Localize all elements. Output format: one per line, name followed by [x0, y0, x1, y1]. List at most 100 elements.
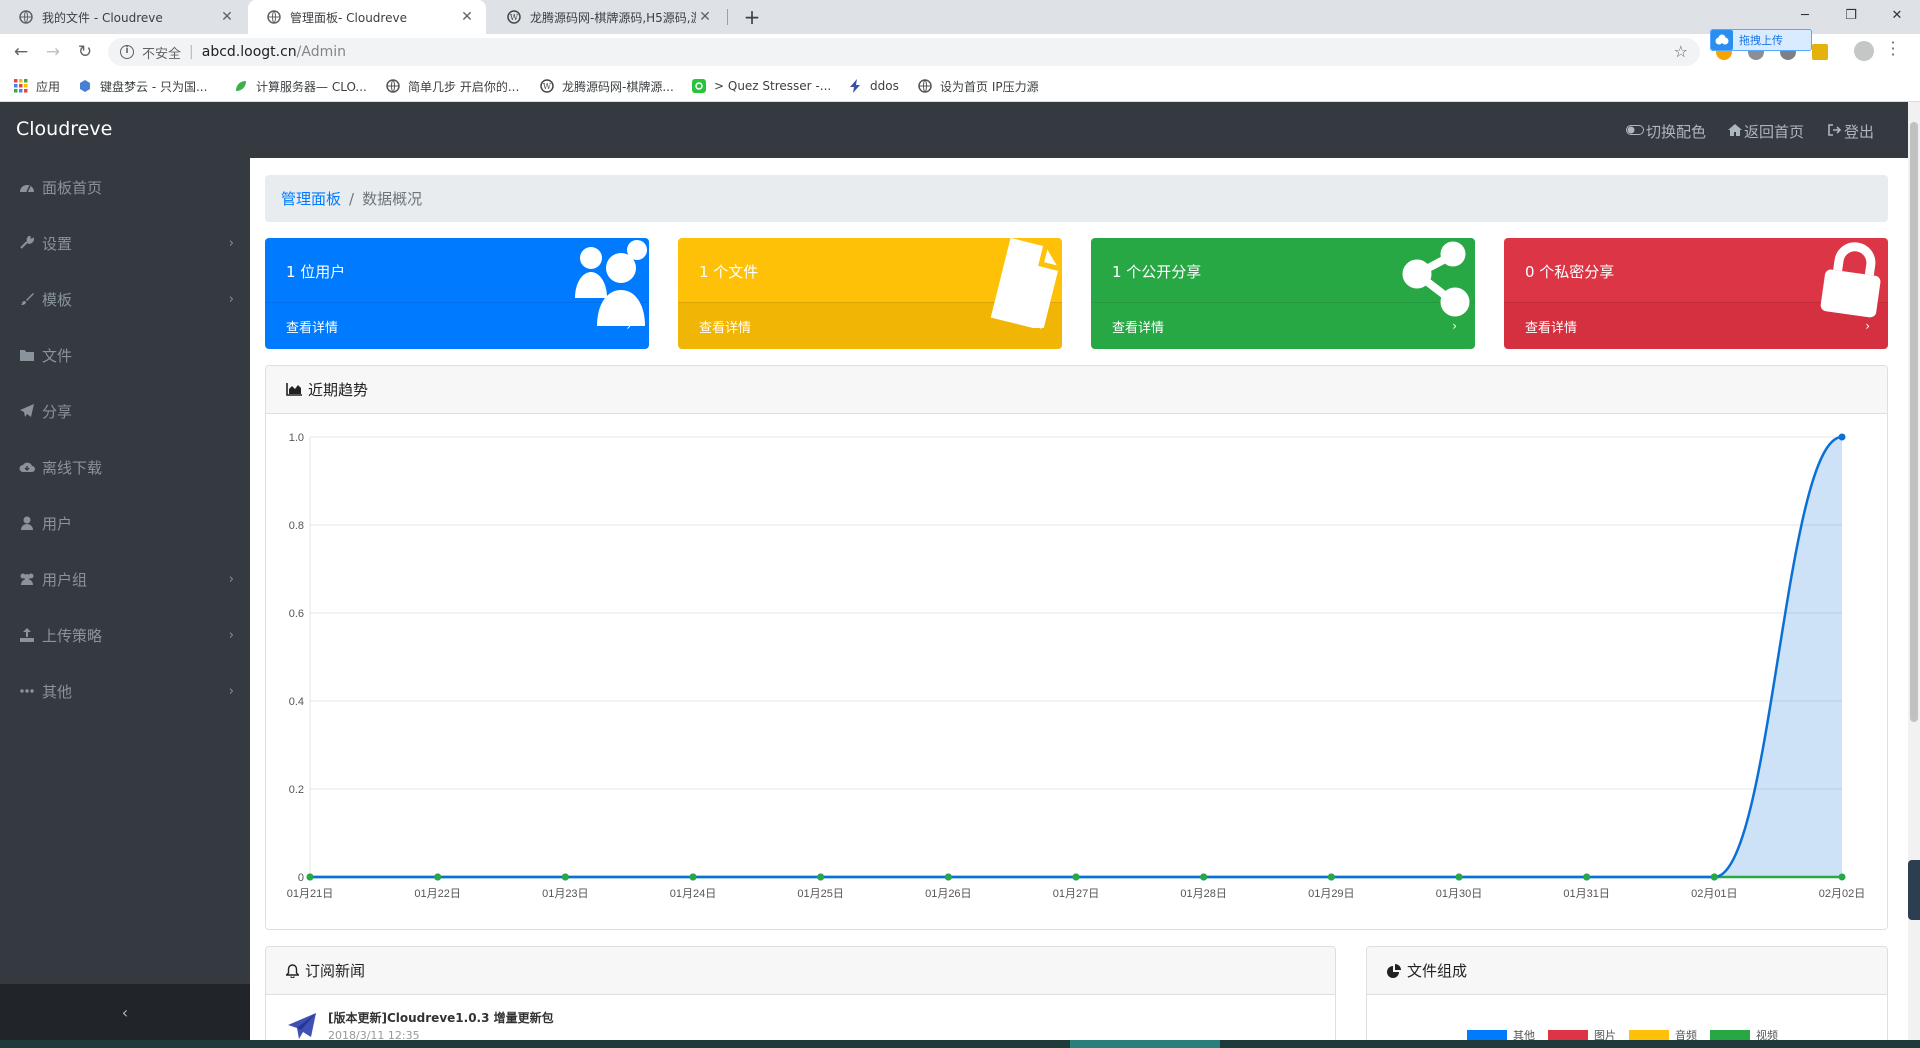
sidebar-item-label: 离线下载 — [42, 458, 103, 477]
users-icon — [18, 571, 36, 587]
legend-item-other[interactable]: 其他 — [1467, 1027, 1535, 1040]
toggle-theme-link[interactable]: 切换配色 — [1626, 121, 1706, 142]
side-panel-handle[interactable] — [1908, 860, 1920, 920]
extension-icon[interactable] — [1812, 44, 1828, 60]
x-tick-label: 01月31日 — [1563, 888, 1609, 900]
legend-label: 视频 — [1756, 1029, 1778, 1040]
series-area — [310, 437, 1842, 877]
profile-avatar-icon[interactable] — [1854, 41, 1874, 61]
wrench-icon — [18, 235, 36, 251]
logout-label: 登出 — [1844, 123, 1875, 141]
sidebar-item-other[interactable]: 其他 › — [0, 671, 250, 711]
sidebar-item-templates[interactable]: 模板 › — [0, 279, 250, 319]
security-label: 不安全 — [142, 46, 182, 62]
chevron-right-icon: › — [228, 571, 234, 587]
chart-line-layer — [310, 435, 1843, 879]
paint-brush-icon — [18, 291, 36, 307]
close-icon[interactable]: ✕ — [696, 9, 714, 25]
bookmark-item[interactable]: ddos — [848, 78, 899, 94]
sidebar-item-dashboard[interactable]: 面板首页 — [0, 167, 250, 207]
restore-icon[interactable]: ❐ — [1828, 0, 1874, 30]
drag-upload-extension[interactable]: 拖拽上传 — [1710, 29, 1812, 51]
y-tick-label: 0.4 — [289, 696, 304, 708]
taskbar-active-app[interactable] — [1070, 1040, 1220, 1048]
data-point — [944, 873, 952, 881]
data-point — [306, 873, 314, 881]
bookmark-item[interactable]: 键盘梦云 - 只为国... — [78, 78, 207, 94]
breadcrumb-link[interactable]: 管理面板 — [281, 188, 341, 209]
legend-swatch — [1467, 1029, 1507, 1040]
home-link[interactable]: 返回首页 — [1728, 121, 1804, 142]
y-tick-label: 0.8 — [289, 520, 304, 532]
tab-title: 龙腾源码网-棋牌源码,H5源码,游 — [530, 10, 696, 25]
close-icon[interactable]: ✕ — [458, 9, 476, 25]
stat-card-private-shares: 查看详情 › 0 个私密分享 — [1504, 238, 1888, 349]
close-icon[interactable]: ✕ — [218, 9, 236, 25]
x-tick-label: 01月24日 — [670, 888, 716, 900]
os-taskbar — [0, 1040, 1920, 1048]
y-tick-label: 0 — [298, 872, 304, 884]
stat-footer-label: 查看详情 — [699, 320, 752, 336]
bookmark-item[interactable]: > Quez Stresser -... — [692, 78, 831, 94]
sidebar-collapse-button[interactable]: ‹ — [0, 984, 250, 1040]
upload-icon — [18, 627, 36, 643]
bell-icon — [286, 963, 299, 978]
composition-card-title: 文件组成 — [1407, 962, 1468, 980]
globe-icon — [386, 79, 400, 93]
reload-icon[interactable]: ↻ — [74, 41, 96, 63]
breadcrumb: 管理面板 / 数据概况 — [265, 175, 1888, 222]
browser-tab[interactable]: 我的文件 - Cloudreve ✕ — [0, 0, 246, 34]
browser-menu-icon[interactable]: · · · — [1890, 35, 1896, 63]
minimize-icon[interactable]: ─ — [1782, 0, 1828, 30]
breadcrumb-current: 数据概况 — [362, 190, 423, 208]
legend-item-audio[interactable]: 音频 — [1629, 1027, 1697, 1040]
bookmark-star-icon[interactable]: ☆ — [1674, 42, 1688, 61]
sidebar-item-upload-policy[interactable]: 上传策略 › — [0, 615, 250, 655]
bookmark-item[interactable]: 设为首页 IP压力源 — [918, 78, 1039, 94]
bookmark-item[interactable]: W 龙腾源码网-棋牌源... — [540, 78, 674, 94]
main-content: 管理面板 / 数据概况 查看详情 › 1 位用户 查看详情 › 1 个文件 — [250, 158, 1908, 1040]
user-icon — [18, 515, 36, 531]
wordpress-icon: W — [540, 79, 554, 93]
bookmark-item[interactable]: 简单几步 开启你的... — [386, 78, 519, 94]
sidebar-item-offline-download[interactable]: 离线下载 — [0, 447, 250, 487]
paper-plane-icon — [18, 403, 36, 419]
sidebar-item-files[interactable]: 文件 — [0, 335, 250, 375]
bookmark-label: 应用 — [36, 79, 61, 94]
bookmark-item[interactable]: 计算服务器— CLO... — [234, 78, 367, 94]
news-title[interactable]: [版本更新]Cloudreve1.0.3 增量更新包 — [328, 1009, 554, 1026]
bookmark-item[interactable]: 应用 — [14, 78, 60, 94]
chevron-right-icon: › — [228, 235, 234, 251]
sidebar-item-user-groups[interactable]: 用户组 › — [0, 559, 250, 599]
info-icon[interactable]: i — [120, 45, 134, 59]
window-close-icon[interactable]: ✕ — [1874, 0, 1920, 30]
svg-text:W: W — [510, 13, 519, 22]
legend-item-images[interactable]: 图片 — [1548, 1027, 1616, 1040]
browser-tab-active[interactable]: 管理面板- Cloudreve ✕ — [248, 0, 486, 34]
cloud-icon — [78, 79, 92, 93]
sidebar-item-settings[interactable]: 设置 › — [0, 223, 250, 263]
breadcrumb-separator: / — [349, 189, 355, 208]
leaf-icon — [234, 79, 248, 93]
stat-card-public-shares: 查看详情 › 1 个公开分享 — [1091, 238, 1475, 349]
tab-title: 管理面板- Cloudreve — [290, 10, 407, 25]
legend-item-video[interactable]: 视频 — [1710, 1027, 1778, 1040]
new-tab-button[interactable]: + — [738, 4, 766, 30]
sidebar-item-users[interactable]: 用户 — [0, 503, 250, 543]
logout-link[interactable]: 登出 — [1828, 121, 1874, 142]
bookmark-label: 设为首页 IP压力源 — [940, 79, 1039, 94]
folder-icon — [18, 347, 36, 363]
back-icon[interactable]: ← — [10, 41, 32, 63]
file-icon — [982, 238, 1062, 328]
sidebar-item-label: 设置 — [42, 234, 73, 253]
trend-card-title: 近期趋势 — [308, 381, 369, 399]
paper-plane-icon — [288, 1013, 316, 1040]
forward-icon[interactable]: → — [42, 41, 64, 63]
brand-logo[interactable]: Cloudreve — [16, 118, 112, 140]
browser-tabstrip: 我的文件 - Cloudreve ✕ 管理面板- Cloudreve ✕ W 龙… — [0, 0, 1920, 34]
sidebar-item-shares[interactable]: 分享 — [0, 391, 250, 431]
x-tick-label: 01月21日 — [287, 888, 333, 900]
scrollbar-thumb[interactable] — [1910, 122, 1918, 722]
address-bar[interactable]: i 不安全 | abcd.loogt.cn/Admin ☆ — [108, 38, 1700, 66]
browser-tab[interactable]: W 龙腾源码网-棋牌源码,H5源码,游 ✕ — [488, 0, 724, 34]
